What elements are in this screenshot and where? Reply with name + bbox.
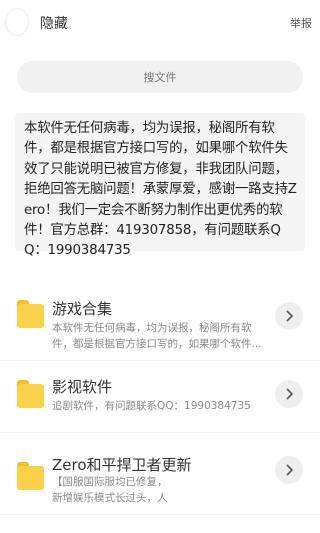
chevron-right-icon[interactable] [275,456,303,484]
folder-icon [17,462,44,490]
list-item[interactable]: 游戏合集 本软件无任何病毒，均为误报，秘阁所有软件，都是根据官方接口写的，如果哪… [0,290,320,360]
item-desc: 追剧软件，有问题联系QQ：1990384735 [52,400,251,412]
top-bar: 隐藏 举报 [0,0,320,44]
item-desc: 【国服国际服均已修复，新增娱乐模式长过头，人物白色 [52,476,168,504]
item-name: 影视软件 [52,378,113,396]
folder-icon [17,300,44,328]
divider [0,514,320,515]
notice-text: 本软件无任何病毒，均为误报，秘阁所有软件，都是根据官方接口写的，如果哪个软件失效… [24,121,297,259]
list-item[interactable]: 影视软件 追剧软件，有问题联系QQ：1990384735 [0,368,320,428]
notice-panel: 本软件无任何病毒，均为误报，秘阁所有软件，都是根据官方接口写的，如果哪个软件失效… [15,113,305,258]
avatar[interactable] [6,9,28,35]
folder-icon [17,380,44,408]
item-desc: 本软件无任何病毒，均为误报，秘阁所有软件，都是根据官方接口写的，如果哪个软件..… [52,322,262,350]
item-name: Zero和平捍卫者更新 [52,456,192,474]
search-bar[interactable]: 搜文件 [17,61,303,93]
report-button[interactable]: 举报 [290,15,312,31]
page-title: 隐藏 [40,16,68,32]
search-label: 搜文件 [143,71,177,84]
divider [0,360,320,361]
divider [0,432,320,433]
item-name: 游戏合集 [52,300,113,318]
chevron-right-icon[interactable] [275,380,303,408]
list-item[interactable]: Zero和平捍卫者更新 【国服国际服均已修复，新增娱乐模式长过头，人物白色 [0,448,320,518]
chevron-right-icon[interactable] [275,302,303,330]
